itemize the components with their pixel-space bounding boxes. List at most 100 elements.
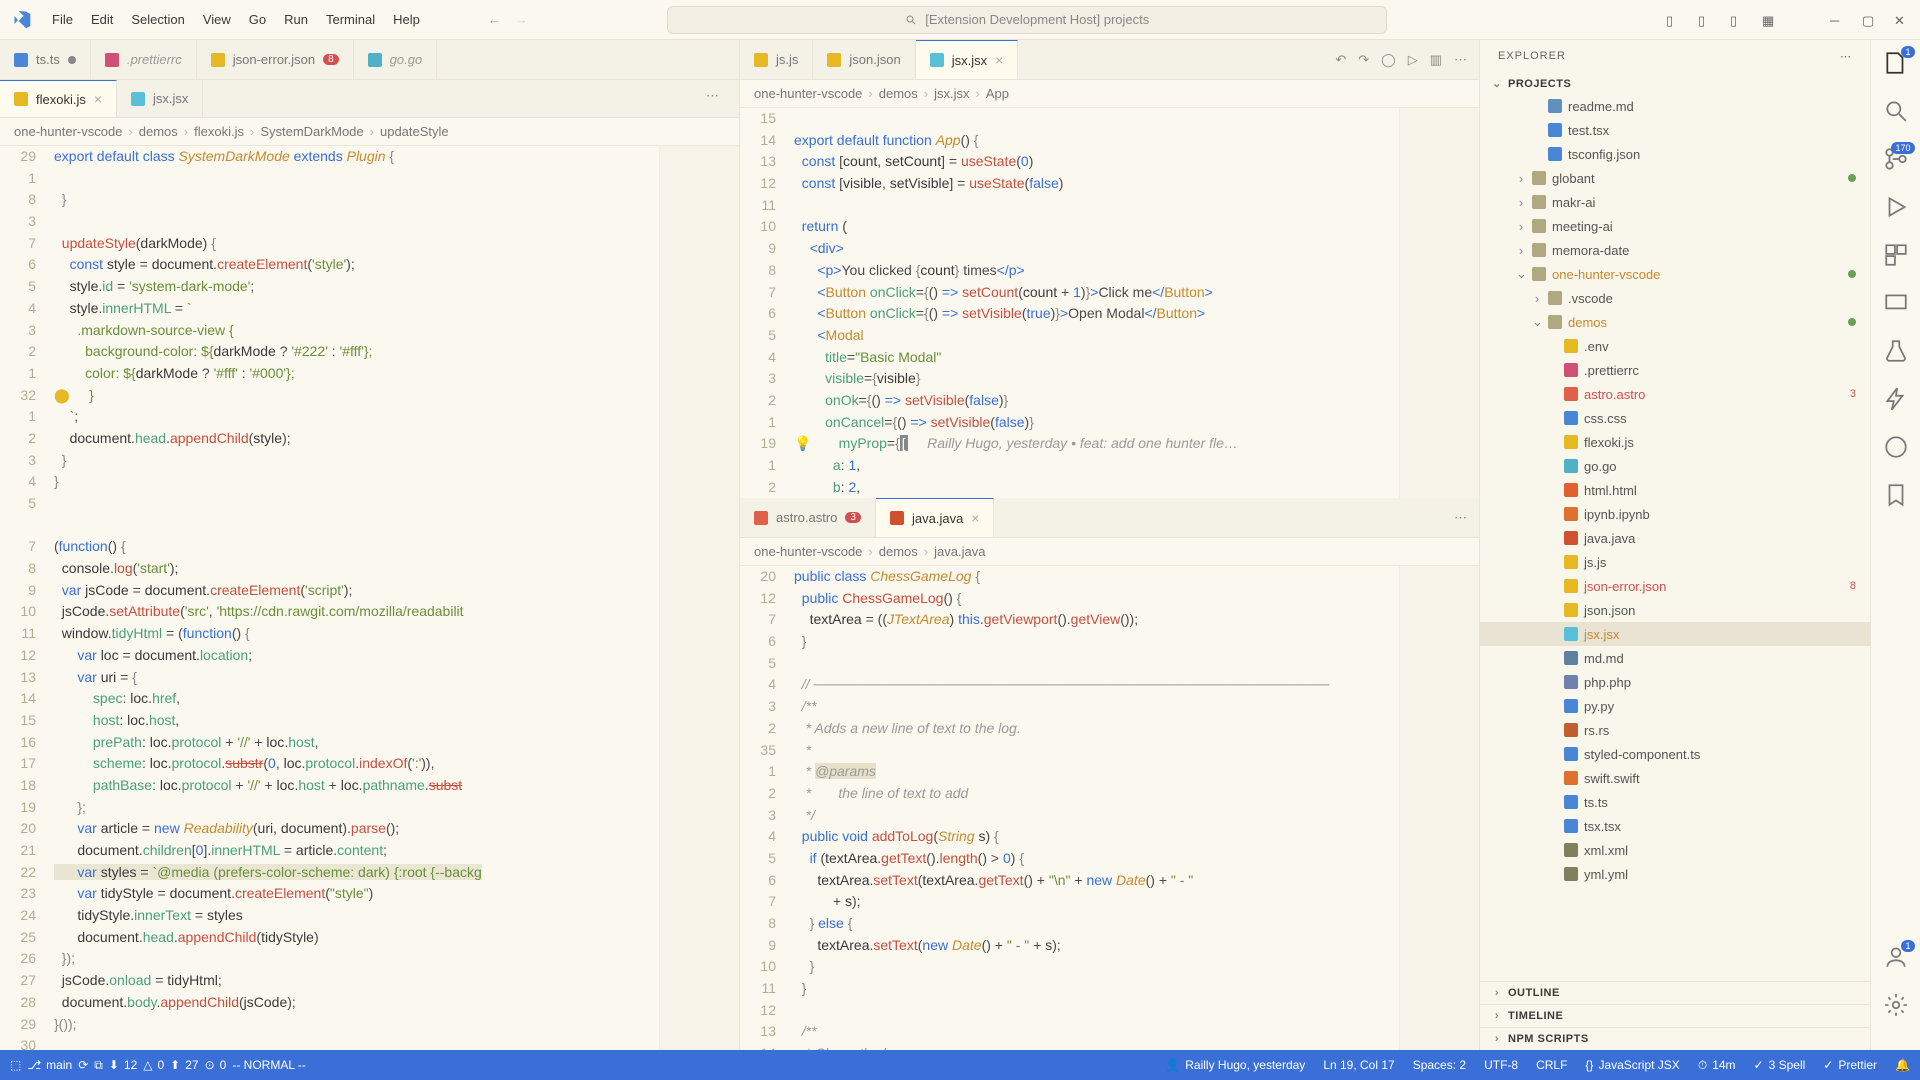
tree-item-tsx-tsx[interactable]: tsx.tsx	[1480, 814, 1870, 838]
tree-item-one-hunter-vscode[interactable]: ⌄one-hunter-vscode	[1480, 262, 1870, 286]
tab-js-js[interactable]: js.js	[740, 40, 813, 79]
tab-jsx-jsx[interactable]: jsx.jsx	[117, 80, 203, 117]
tree-item-ipynb-ipynb[interactable]: ipynb.ipynb	[1480, 502, 1870, 526]
tree-item-readme-md[interactable]: readme.md	[1480, 94, 1870, 118]
play-icon[interactable]: ▷	[1408, 52, 1418, 68]
status-item[interactable]: -- NORMAL --	[232, 1058, 306, 1072]
tree-item-json-json[interactable]: json.json	[1480, 598, 1870, 622]
status-item[interactable]: ⬇12	[109, 1058, 137, 1072]
status-item[interactable]: {}JavaScript JSX	[1585, 1058, 1679, 1073]
more-icon[interactable]: ⋯	[1840, 50, 1852, 63]
tree-item-makr-ai[interactable]: ›makr-ai	[1480, 190, 1870, 214]
status-item[interactable]: ⎇main	[27, 1058, 72, 1072]
tab-ts-ts[interactable]: ts.ts	[0, 40, 91, 79]
bookmark-icon[interactable]	[1883, 482, 1909, 508]
tree-item-xml-xml[interactable]: xml.xml	[1480, 838, 1870, 862]
tree-item-json-error-json[interactable]: json-error.json8	[1480, 574, 1870, 598]
undo-icon[interactable]: ↶	[1335, 52, 1346, 68]
tree-item-html-html[interactable]: html.html	[1480, 478, 1870, 502]
status-item[interactable]: UTF-8	[1484, 1058, 1518, 1073]
project-header[interactable]: ⌄ PROJECTS	[1480, 73, 1870, 94]
more-icon[interactable]: ⋯	[1454, 52, 1467, 68]
extensions-icon[interactable]	[1883, 242, 1909, 268]
tree-item--env[interactable]: .env	[1480, 334, 1870, 358]
tree-item-rs-rs[interactable]: rs.rs	[1480, 718, 1870, 742]
breadcrumb-left[interactable]: one-hunter-vscode›demos›flexoki.js›Syste…	[0, 118, 739, 146]
bolt-icon[interactable]	[1883, 386, 1909, 412]
tree-item-meeting-ai[interactable]: ›meeting-ai	[1480, 214, 1870, 238]
breadcrumb-item[interactable]: SystemDarkMode	[260, 124, 363, 139]
split-icon[interactable]: ▥	[1430, 52, 1442, 68]
nav-fwd-icon[interactable]: →	[515, 12, 528, 27]
status-item[interactable]: Ln 19, Col 17	[1323, 1058, 1394, 1073]
close-tab-icon[interactable]: ×	[971, 510, 979, 526]
files-icon[interactable]: 1	[1883, 50, 1909, 76]
tree-item-php-php[interactable]: php.php	[1480, 670, 1870, 694]
breadcrumb-item[interactable]: demos	[139, 124, 178, 139]
minimap-right-top[interactable]	[1399, 108, 1479, 498]
layout-grid-icon[interactable]: ▦	[1762, 13, 1776, 27]
menu-help[interactable]: Help	[385, 8, 428, 31]
tree-item-styled-component-ts[interactable]: styled-component.ts	[1480, 742, 1870, 766]
breadcrumb-right-bot[interactable]: one-hunter-vscode›demos›java.java	[740, 538, 1479, 566]
account-icon[interactable]: 1	[1883, 944, 1909, 970]
close-tab-icon[interactable]: ×	[995, 52, 1003, 68]
status-item[interactable]: ⧉	[94, 1058, 103, 1073]
tree-item-go-go[interactable]: go.go	[1480, 454, 1870, 478]
minimap-right-bot[interactable]	[1399, 566, 1479, 1050]
status-item[interactable]: △0	[143, 1058, 164, 1072]
remote-icon[interactable]	[1883, 290, 1909, 316]
status-item[interactable]: 👤Railly Hugo, yesterday	[1165, 1058, 1305, 1073]
tab-astro-astro[interactable]: astro.astro3	[740, 498, 876, 537]
tree-item-test-tsx[interactable]: test.tsx	[1480, 118, 1870, 142]
tree-item-jsx-jsx[interactable]: jsx.jsx	[1480, 622, 1870, 646]
code-right-bot[interactable]: public class ChessGameLog { public Chess…	[786, 566, 1399, 1050]
tree-item--prettierrc[interactable]: .prettierrc	[1480, 358, 1870, 382]
tab-jsx-jsx[interactable]: jsx.jsx×	[916, 40, 1019, 79]
layout-bottom-icon[interactable]: ▯	[1698, 13, 1712, 27]
tree-item-py-py[interactable]: py.py	[1480, 694, 1870, 718]
tree-item-flexoki-js[interactable]: flexoki.js	[1480, 430, 1870, 454]
tree-item-tsconfig-json[interactable]: tsconfig.json	[1480, 142, 1870, 166]
minimap-left[interactable]	[659, 146, 739, 1050]
circle-icon[interactable]: ◯	[1381, 52, 1396, 68]
search-icon[interactable]	[1883, 98, 1909, 124]
tree-item--vscode[interactable]: ›.vscode	[1480, 286, 1870, 310]
tab-flexoki-js[interactable]: flexoki.js×	[0, 80, 117, 117]
tree-item-swift-swift[interactable]: swift.swift	[1480, 766, 1870, 790]
tree-item-java-java[interactable]: java.java	[1480, 526, 1870, 550]
tree-item-yml-yml[interactable]: yml.yml	[1480, 862, 1870, 886]
tab--prettierrc[interactable]: .prettierrc	[91, 40, 197, 79]
editor-right-top[interactable]: 15141312111098765432119123456789101112 e…	[740, 108, 1479, 498]
status-item[interactable]: ⬚	[10, 1058, 21, 1072]
close-tab-icon[interactable]: ×	[94, 91, 102, 107]
menu-view[interactable]: View	[195, 8, 239, 31]
settings-icon[interactable]	[1883, 992, 1909, 1018]
tab-json-json[interactable]: json.json	[813, 40, 915, 79]
tree-item-memora-date[interactable]: ›memora-date	[1480, 238, 1870, 262]
status-item[interactable]: ⟳	[78, 1058, 88, 1072]
menu-edit[interactable]: Edit	[83, 8, 121, 31]
status-item[interactable]: CRLF	[1536, 1058, 1567, 1073]
section-timeline[interactable]: ›TIMELINE	[1480, 1004, 1870, 1027]
tree-item-astro-astro[interactable]: astro.astro3	[1480, 382, 1870, 406]
code-right-top[interactable]: export default function App() { const [c…	[786, 108, 1399, 498]
maximize-icon[interactable]: ▢	[1862, 13, 1876, 27]
breadcrumb-item[interactable]: java.java	[934, 544, 985, 559]
menu-go[interactable]: Go	[241, 8, 274, 31]
minimize-icon[interactable]: ─	[1830, 13, 1844, 27]
breadcrumb-item[interactable]: one-hunter-vscode	[754, 86, 862, 101]
tree-item-globant[interactable]: ›globant	[1480, 166, 1870, 190]
layout-right-icon[interactable]: ▯	[1730, 13, 1744, 27]
tree-item-js-js[interactable]: js.js	[1480, 550, 1870, 574]
status-item[interactable]: ✓Prettier	[1823, 1058, 1877, 1073]
breadcrumb-right-top[interactable]: one-hunter-vscode›demos›jsx.jsx›App	[740, 80, 1479, 108]
scm-icon[interactable]: 170	[1883, 146, 1909, 172]
menu-terminal[interactable]: Terminal	[318, 8, 383, 31]
tree-item-ts-ts[interactable]: ts.ts	[1480, 790, 1870, 814]
status-item[interactable]: Spaces: 2	[1413, 1058, 1466, 1073]
flask-icon[interactable]	[1883, 338, 1909, 364]
debug-icon[interactable]	[1883, 194, 1909, 220]
status-item[interactable]: ✓3 Spell	[1754, 1058, 1806, 1073]
breadcrumb-item[interactable]: one-hunter-vscode	[754, 544, 862, 559]
